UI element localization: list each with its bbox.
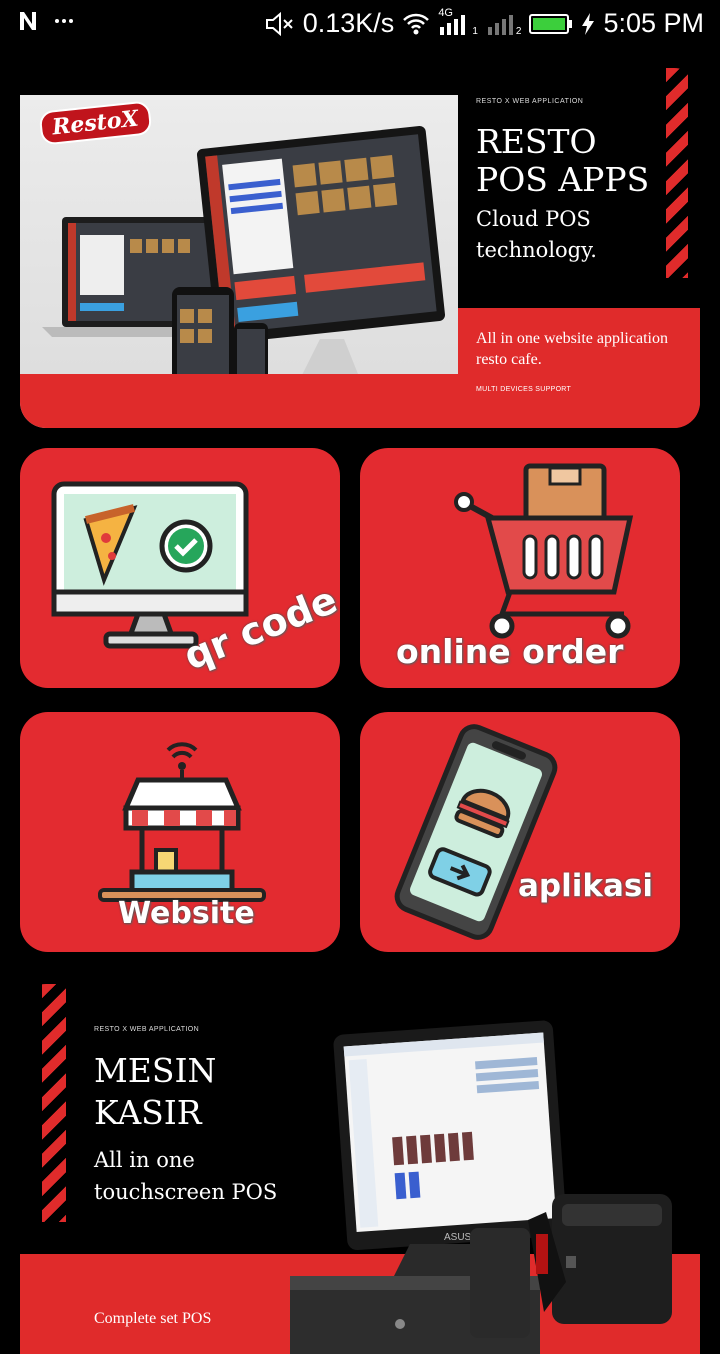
banner-subtitle: All in one touchscreen POS — [94, 1144, 277, 1208]
wifi-icon — [402, 12, 430, 36]
tile-website-label: Website — [118, 896, 255, 931]
banner-description: All in one website application resto caf… — [476, 330, 668, 368]
notification-n-icon — [18, 10, 38, 32]
tile-aplikasi-label: aplikasi — [518, 868, 653, 904]
more-dots-icon — [54, 17, 74, 25]
decorative-stripes — [666, 68, 688, 278]
mesin-kasir-banner[interactable]: RESTO X WEB APPLICATION MESIN KASIR All … — [20, 984, 700, 1354]
signal-sim2-icon: 2 — [486, 11, 522, 37]
banner-footnote: MULTI DEVICES SUPPORT — [476, 386, 572, 393]
sim1-label: 1 — [472, 25, 478, 37]
banner-footer: Complete set POS — [94, 1310, 212, 1327]
banner-title-line1: RESTO — [476, 122, 597, 161]
banner-subtitle-line1: Cloud POS — [476, 207, 591, 231]
network-type: 4G — [438, 6, 453, 19]
phone-burger-icon — [394, 724, 558, 940]
monitor-brand: ASUS — [444, 1232, 472, 1243]
tile-qr-code[interactable]: qr code — [20, 448, 340, 688]
decorative-stripes — [42, 984, 66, 1222]
network-speed: 0.13K/s — [302, 8, 395, 38]
clock: 5:05 PM — [603, 8, 704, 38]
monitor-pizza-check-icon — [51, 481, 249, 649]
tile-online-order-label: online order — [396, 632, 624, 671]
pos-machine-illustration: ASUS — [290, 1020, 672, 1354]
banner-subtitle-line2: technology. — [476, 238, 597, 262]
tile-website[interactable]: Website — [20, 712, 340, 952]
banner-title: RESTO POS APPS — [476, 123, 649, 199]
banner-subtitle-line1: All in one — [94, 1148, 195, 1172]
status-bar: 0.13K/s 4G 1 2 5:05 PM — [0, 0, 720, 52]
banner-title-line2: KASIR — [94, 1093, 202, 1132]
banner-tag: RESTO X WEB APPLICATION — [476, 98, 584, 105]
mute-icon — [265, 11, 295, 37]
banner-tag: RESTO X WEB APPLICATION — [94, 1026, 200, 1033]
tile-aplikasi[interactable]: aplikasi — [360, 712, 680, 952]
banner-subtitle: Cloud POS technology. — [476, 204, 597, 266]
banner-title-line1: MESIN — [94, 1051, 217, 1090]
banner-subtitle-line2: touchscreen POS — [94, 1180, 278, 1204]
banner-title: MESIN KASIR — [94, 1050, 216, 1134]
sim2-label: 2 — [515, 25, 522, 37]
tile-online-order[interactable]: online order — [360, 448, 680, 688]
signal-icon: 4G 1 — [438, 7, 478, 37]
banner-title-line2: POS APPS — [476, 160, 650, 199]
charging-icon — [581, 12, 595, 36]
resto-pos-banner[interactable]: RestoX RESTO X WEB APPLICATION RESTO POS… — [20, 68, 700, 428]
battery-icon — [529, 13, 573, 35]
